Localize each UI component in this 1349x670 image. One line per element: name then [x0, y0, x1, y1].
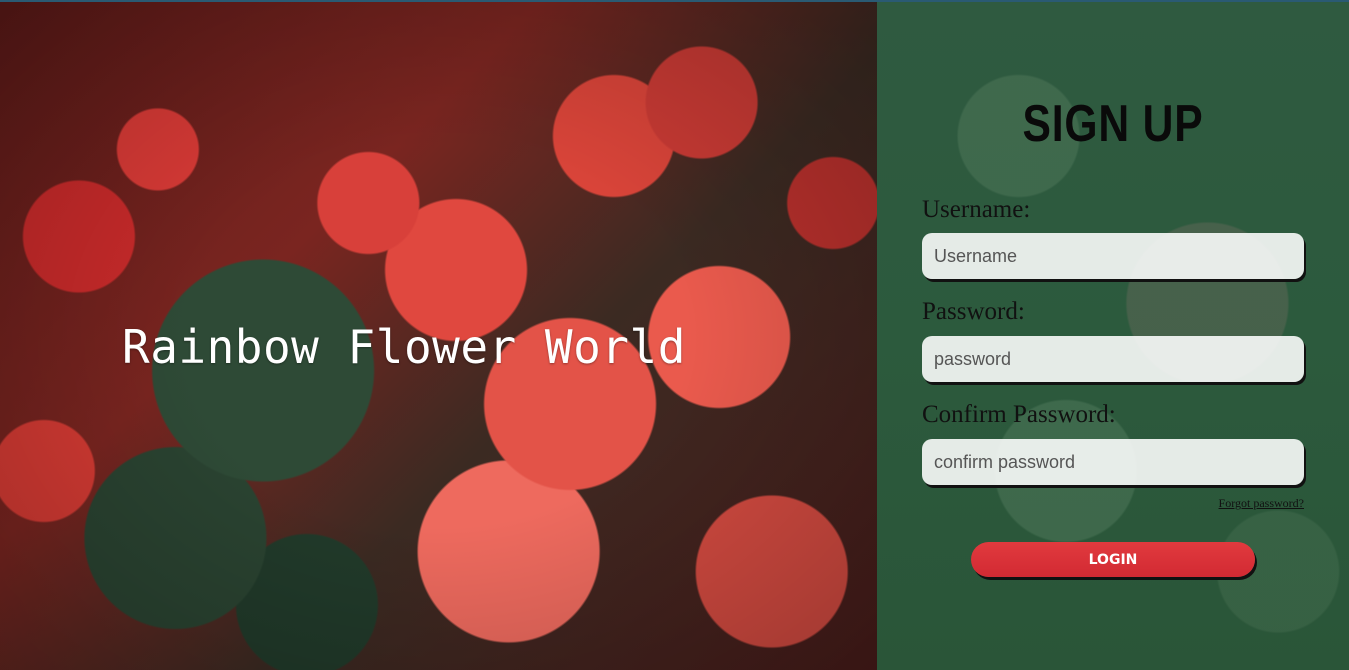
forgot-password-link[interactable]: Forgot password? [1219, 496, 1304, 511]
hero-flower-image: Rainbow Flower World [0, 2, 877, 670]
username-input[interactable] [922, 233, 1304, 279]
username-label: Username: [922, 196, 1031, 223]
password-label: Password: [922, 298, 1025, 325]
confirm-password-label: Confirm Password: [922, 401, 1116, 428]
signup-title: SIGN UP [1022, 95, 1204, 153]
signup-page: Rainbow Flower World SIGN UP Username: P… [0, 0, 1349, 670]
signup-panel: SIGN UP Username: Password: Confirm Pass… [877, 2, 1349, 670]
login-button[interactable]: LOGIN [971, 542, 1255, 577]
confirm-password-input[interactable] [922, 439, 1304, 485]
password-input[interactable] [922, 336, 1304, 382]
hero-title: Rainbow Flower World [122, 320, 686, 374]
